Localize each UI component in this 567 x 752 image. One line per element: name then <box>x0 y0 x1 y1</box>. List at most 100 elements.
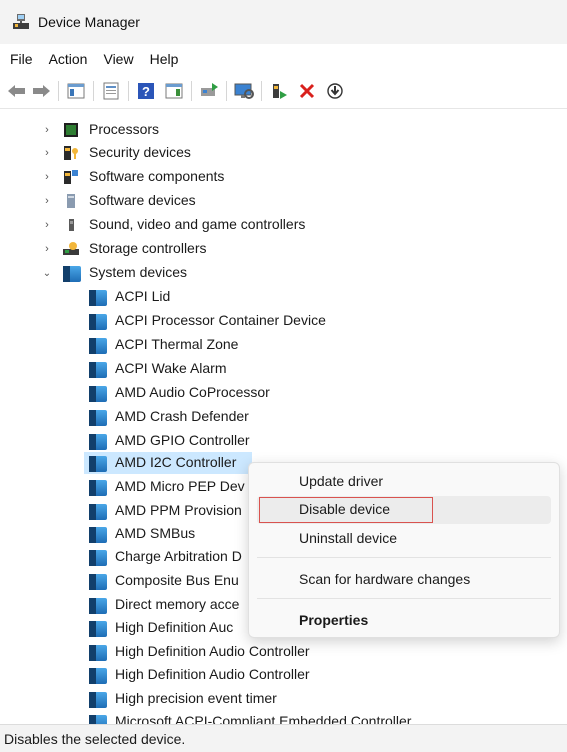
system-device-icon <box>89 314 107 330</box>
toolbar-separator <box>93 81 94 101</box>
system-device-icon <box>89 574 107 590</box>
tree-item-label: Microsoft ACPI-Compliant Embedded Contro… <box>115 713 412 724</box>
speaker-icon <box>62 217 80 233</box>
tree-item-label: AMD Micro PEP Dev <box>115 478 245 494</box>
action-pane-icon[interactable] <box>163 80 185 102</box>
software-components-icon <box>62 169 80 185</box>
system-device-icon <box>89 434 107 450</box>
menu-action[interactable]: Action <box>41 51 96 67</box>
update-driver-icon[interactable] <box>198 80 220 102</box>
tree-item-label: High Definition Audio Controller <box>115 643 310 659</box>
download-driver-icon[interactable] <box>324 80 346 102</box>
system-device-icon <box>89 692 107 708</box>
tree-item-label: ACPI Lid <box>115 288 171 304</box>
toolbar-separator <box>128 81 129 101</box>
system-device-icon <box>89 645 107 661</box>
chevron-right-icon[interactable]: › <box>42 195 52 207</box>
system-device-icon <box>89 338 107 354</box>
system-device-icon <box>89 715 107 724</box>
system-device-icon <box>89 668 107 684</box>
system-device-icon <box>89 386 107 402</box>
system-device-icon <box>89 480 107 496</box>
system-device-icon <box>89 362 107 378</box>
chevron-right-icon[interactable]: › <box>42 124 52 136</box>
software-devices-icon <box>62 193 80 209</box>
processor-icon <box>62 122 80 138</box>
tree-category-label: System devices <box>89 264 188 280</box>
toolbar-separator <box>58 81 59 101</box>
tree-item-label: ACPI Processor Container Device <box>115 312 326 328</box>
chevron-right-icon[interactable]: › <box>42 243 52 255</box>
tree-item-label: AMD Audio CoProcessor <box>115 384 270 400</box>
system-device-icon <box>89 527 107 543</box>
help-icon[interactable]: ? <box>135 80 157 102</box>
tree-item-label: High precision event timer <box>115 690 277 706</box>
system-device-icon <box>89 550 107 566</box>
tree-item-label: Composite Bus Enu <box>115 572 239 588</box>
tree-item-label: Direct memory acce <box>115 596 240 612</box>
chevron-down-icon[interactable]: ⌄ <box>42 268 52 279</box>
tree-item-label: ACPI Thermal Zone <box>115 336 239 352</box>
tree-category-label: Sound, video and game controllers <box>89 216 306 232</box>
context-menu-update-driver[interactable]: Update driver <box>257 468 551 496</box>
system-device-icon <box>89 410 107 426</box>
forward-arrow-icon[interactable] <box>30 80 52 102</box>
system-device-icon <box>89 456 107 472</box>
system-device-icon <box>89 598 107 614</box>
window-title: Device Manager <box>38 14 140 30</box>
tree-category-label: Processors <box>89 121 160 137</box>
storage-controller-icon <box>62 241 80 257</box>
tree-item-label: AMD I2C Controller <box>115 454 237 470</box>
context-menu-separator <box>257 598 551 599</box>
tree-item-label: AMD PPM Provision <box>115 502 242 518</box>
menu-view[interactable]: View <box>95 51 141 67</box>
system-device-icon <box>89 621 107 637</box>
toolbar: ? <box>0 74 567 109</box>
uninstall-device-icon[interactable] <box>296 80 318 102</box>
context-menu-label: Uninstall device <box>299 530 398 546</box>
context-menu: Update driver Disable device Uninstall d… <box>248 462 560 638</box>
tree-category-label: Storage controllers <box>89 240 207 256</box>
context-menu-properties[interactable]: Properties <box>257 607 551 635</box>
menu-help[interactable]: Help <box>142 51 187 67</box>
status-bar: Disables the selected device. <box>0 724 567 752</box>
context-menu-label: Properties <box>299 612 369 628</box>
add-legacy-hardware-icon[interactable] <box>268 80 290 102</box>
toolbar-separator <box>226 81 227 101</box>
back-arrow-icon[interactable] <box>6 80 28 102</box>
tree-item-label: ACPI Wake Alarm <box>115 360 227 376</box>
tree-item-label: AMD Crash Defender <box>115 408 249 424</box>
focus-highlight-box <box>259 497 433 523</box>
tree-item-label: AMD SMBus <box>115 525 196 541</box>
scan-hardware-icon[interactable] <box>233 80 255 102</box>
toolbar-separator <box>191 81 192 101</box>
chevron-right-icon[interactable]: › <box>42 219 52 231</box>
tree-item-label: High Definition Auc <box>115 619 234 635</box>
system-device-icon <box>89 504 107 520</box>
show-hide-console-tree-icon[interactable] <box>65 80 87 102</box>
security-devices-icon <box>62 145 80 161</box>
properties-icon[interactable] <box>100 80 122 102</box>
system-devices-icon <box>63 266 81 282</box>
context-menu-uninstall-device[interactable]: Uninstall device <box>257 525 551 553</box>
tree-category-label: Security devices <box>89 144 191 160</box>
device-manager-app-icon <box>12 13 30 31</box>
context-menu-separator <box>257 557 551 558</box>
svg-text:?: ? <box>142 84 150 99</box>
context-menu-label: Update driver <box>299 473 384 489</box>
tree-item-label: Charge Arbitration D <box>115 548 242 564</box>
context-menu-label: Scan for hardware changes <box>299 571 471 587</box>
tree-category-label: Software components <box>89 168 225 184</box>
status-text: Disables the selected device. <box>4 730 186 747</box>
tree-category-label: Software devices <box>89 192 196 208</box>
tree-item-label: AMD GPIO Controller <box>115 432 250 448</box>
toolbar-separator <box>261 81 262 101</box>
context-menu-scan-hardware-changes[interactable]: Scan for hardware changes <box>257 566 551 594</box>
tree-item-label: High Definition Audio Controller <box>115 666 310 682</box>
chevron-right-icon[interactable]: › <box>42 147 52 159</box>
menu-bar: File Action View Help <box>0 44 567 74</box>
menu-file[interactable]: File <box>2 51 41 67</box>
system-device-icon <box>89 290 107 306</box>
chevron-right-icon[interactable]: › <box>42 171 52 183</box>
title-bar: Device Manager <box>0 0 567 44</box>
